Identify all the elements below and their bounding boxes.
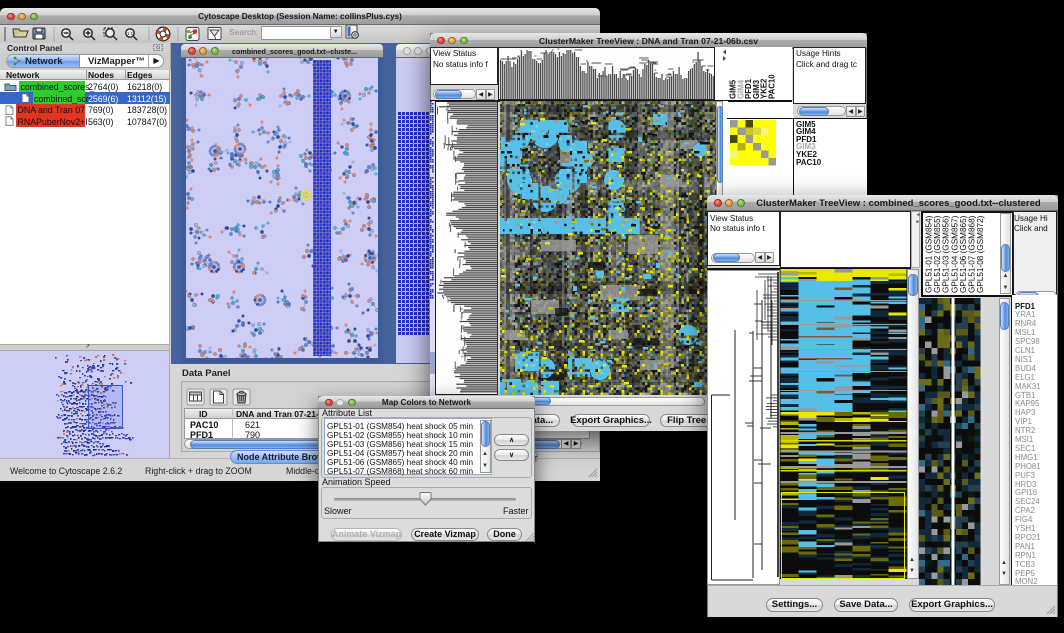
- svg-text:1:1: 1:1: [127, 31, 134, 36]
- svg-text:GPL51-08 (GSM872): GPL51-08 (GSM872): [976, 215, 985, 293]
- svg-text:PAC10: PAC10: [768, 74, 777, 99]
